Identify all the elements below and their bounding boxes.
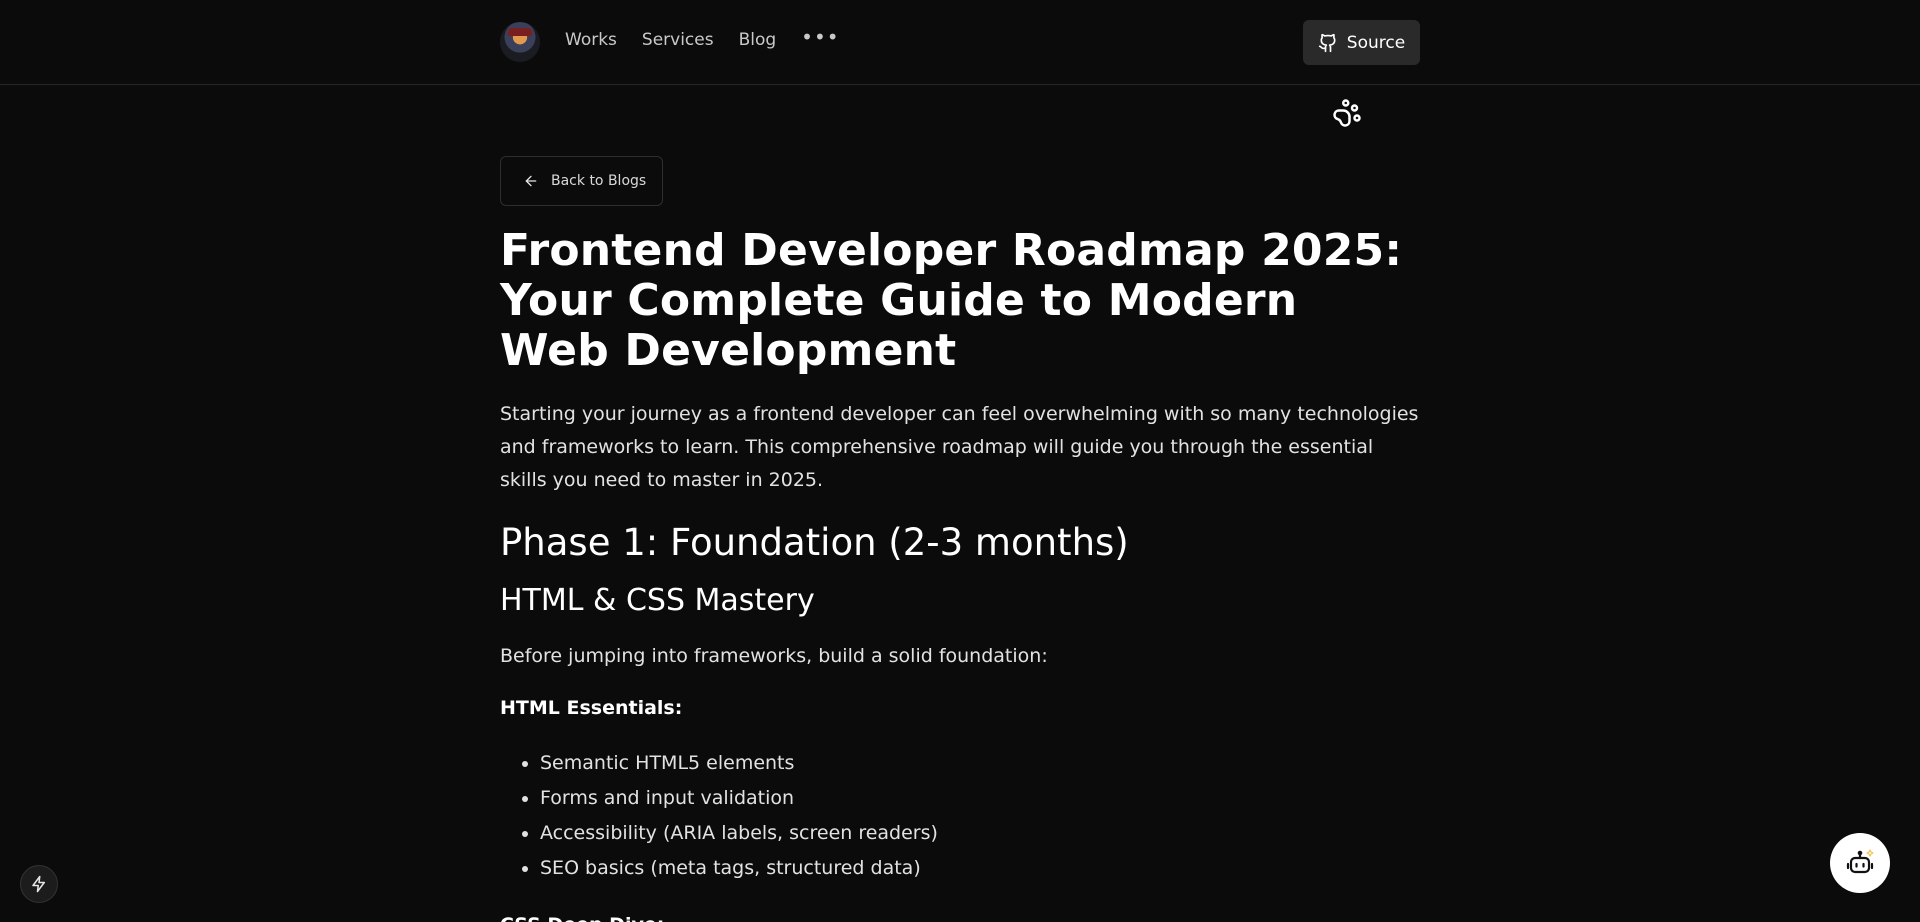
robot-icon [1846,849,1874,874]
back-to-blogs-label: Back to Blogs [551,173,647,189]
lightning-icon [32,875,45,893]
main-nav: Works Services Blog ••• [565,27,840,50]
top-navigation-bar: Works Services Blog ••• Source [0,0,1920,85]
arrow-left-icon [525,175,537,187]
nav-blog[interactable]: Blog [739,30,777,50]
list-item: Accessibility (ARIA labels, screen reade… [540,816,1420,851]
section-lead: Before jumping into frameworks, build a … [500,645,1048,667]
source-button[interactable]: Source [1303,20,1420,65]
quick-action-button[interactable] [20,865,58,903]
source-label: Source [1346,32,1406,53]
article-title: Frontend Developer Roadmap 2025: Your Co… [500,225,1403,376]
html-essentials-heading: HTML Essentials: [500,697,683,719]
nav-services[interactable]: Services [642,30,714,50]
css-deep-dive-heading: CSS Deep Dive: [500,912,1420,922]
article-intro: Starting your journey as a frontend deve… [500,403,1419,491]
nav-works[interactable]: Works [565,30,617,50]
chatbot-button[interactable] [1830,833,1890,893]
back-to-blogs-button[interactable]: Back to Blogs [500,156,663,206]
list-item: Semantic HTML5 elements [540,746,1420,781]
list-item: Forms and input validation [540,781,1420,816]
section-heading: HTML & CSS Mastery [500,583,815,618]
html-essentials-list: Semantic HTML5 elements Forms and input … [500,746,1420,886]
more-menu-icon[interactable]: ••• [801,27,839,47]
paw-icon[interactable] [1332,98,1362,128]
phase-heading: Phase 1: Foundation (2-3 months) [500,521,1129,564]
avatar[interactable] [500,22,540,62]
github-icon [1318,33,1336,52]
list-item: SEO basics (meta tags, structured data) [540,851,1420,886]
article: Frontend Developer Roadmap 2025: Your Co… [500,226,1420,922]
